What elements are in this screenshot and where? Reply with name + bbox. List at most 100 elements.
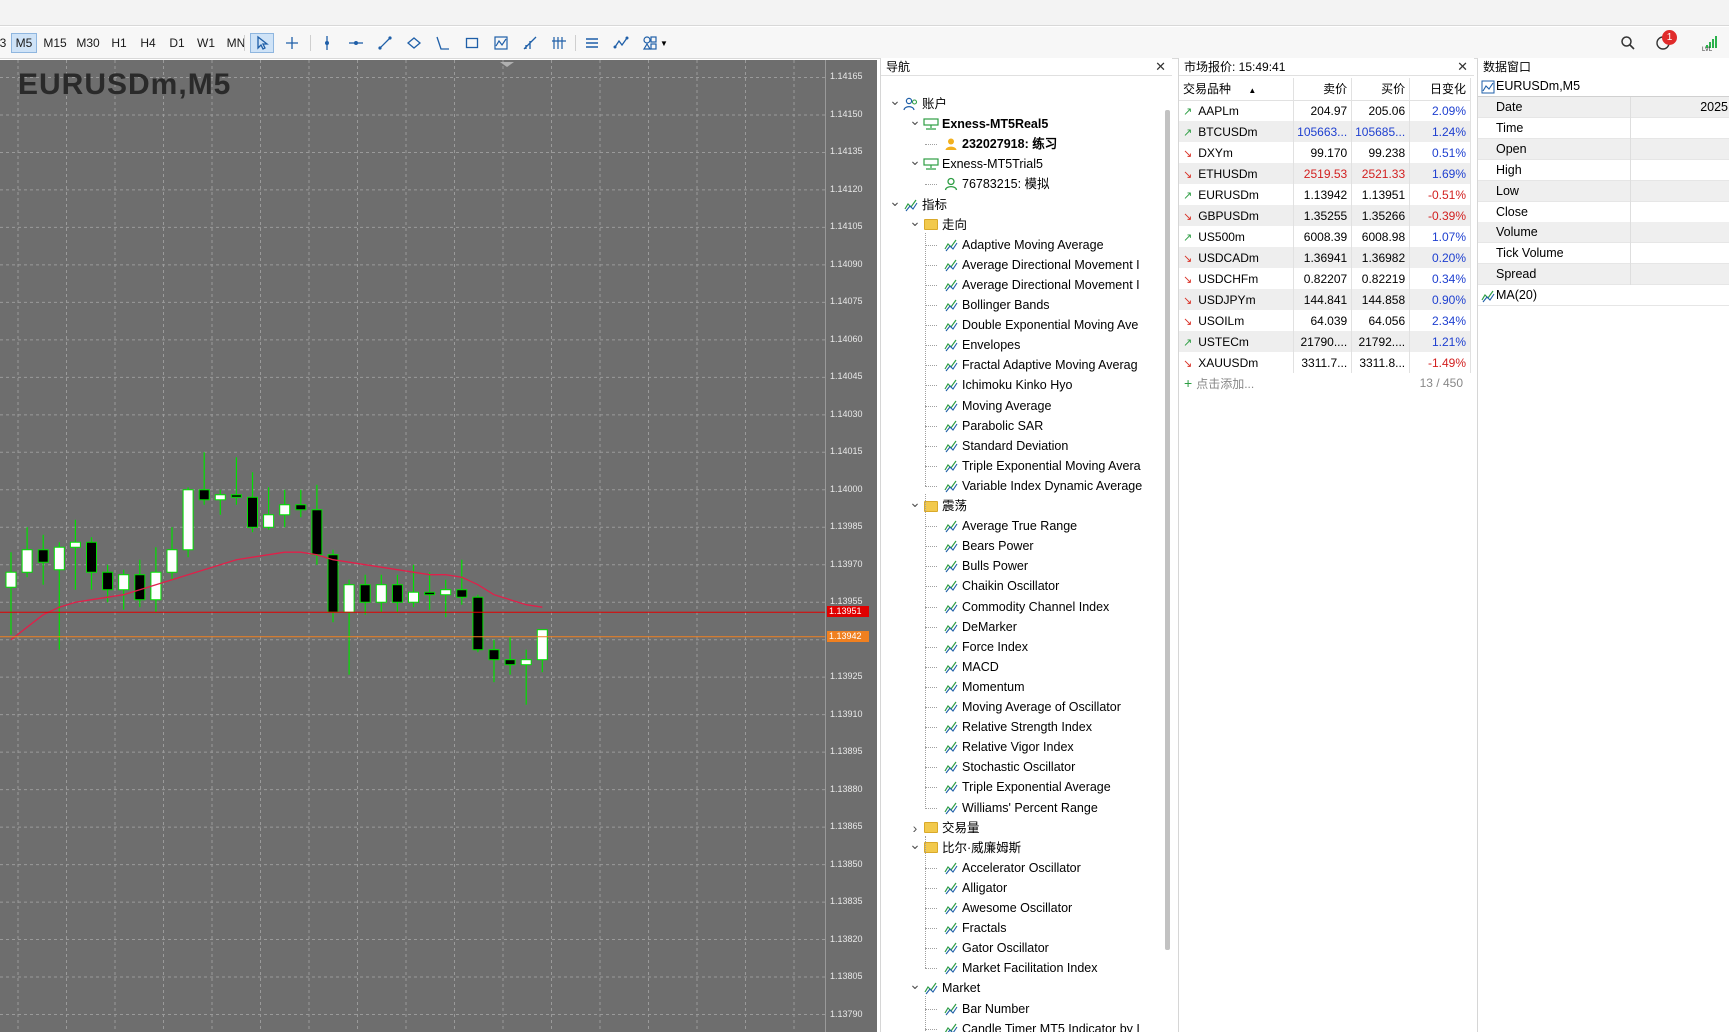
market-row-usdcadm[interactable]: ↘ USDCADm 1.36941 1.36982 0.20% xyxy=(1179,247,1471,268)
timeframe-button-w1[interactable]: W1 xyxy=(193,33,219,53)
navigator-item[interactable]: Momentum xyxy=(881,677,1163,697)
market-row-ethusdm[interactable]: ↘ ETHUSDm 2519.53 2521.33 1.69% xyxy=(1179,163,1471,184)
navigator-item[interactable]: Commodity Channel Index xyxy=(881,597,1163,617)
navigator-item[interactable]: Envelopes xyxy=(881,335,1163,355)
chevron-down-icon[interactable]: ⌄ xyxy=(889,94,901,107)
navigator-item[interactable]: ⌄ Exness-MT5Real5 xyxy=(881,114,1163,134)
notifications-button[interactable]: 1 xyxy=(1648,30,1678,53)
timeframe-button-m15[interactable]: M15 xyxy=(40,33,70,53)
timeframe-button-m30[interactable]: M30 xyxy=(73,33,103,53)
navigator-item[interactable]: 76783215: 模拟 xyxy=(881,174,1163,194)
timeframe-button-m5[interactable]: M5 xyxy=(11,33,37,53)
timeframe-button-d1[interactable]: D1 xyxy=(164,33,190,53)
navigator-scrollbar[interactable] xyxy=(1165,110,1170,950)
navigator-item[interactable]: Fractals xyxy=(881,918,1163,938)
timeframe-button-mn[interactable]: MN xyxy=(222,33,250,53)
navigator-item[interactable]: Standard Deviation xyxy=(881,436,1163,456)
navigator-item[interactable]: Moving Average xyxy=(881,396,1163,416)
navigator-item[interactable]: Gator Oscillator xyxy=(881,938,1163,958)
price-chart[interactable]: EURUSDm,M5 1.14165 1.14150 1.14135 1.14120 1… xyxy=(0,60,877,1032)
gann-button[interactable] xyxy=(547,33,571,53)
navigator-item[interactable]: ⌄ 震荡 xyxy=(881,496,1163,516)
navigator-item[interactable]: Average Directional Movement I xyxy=(881,255,1163,275)
chevron-down-icon[interactable]: ⌄ xyxy=(909,838,921,851)
chevron-down-icon[interactable]: ⌄ xyxy=(909,215,921,228)
navigator-item[interactable]: Bar Number xyxy=(881,999,1163,1019)
market-row-gbpusdm[interactable]: ↘ GBPUSDm 1.35255 1.35266 -0.39% xyxy=(1179,205,1471,226)
navigator-item[interactable]: ⌄ Market xyxy=(881,978,1163,998)
navigator-item[interactable]: Moving Average of Oscillator xyxy=(881,697,1163,717)
column-header-bid[interactable]: 卖价 xyxy=(1293,78,1353,101)
market-row-eurusdm[interactable]: ↗ EURUSDm 1.13942 1.13951 -0.51% xyxy=(1179,184,1471,205)
search-button[interactable] xyxy=(1616,33,1640,53)
navigator-item[interactable]: Bollinger Bands xyxy=(881,295,1163,315)
market-row-xauusdm[interactable]: ↘ XAUUSDm 3311.7... 3311.8... -1.49% xyxy=(1179,352,1471,373)
chevron-down-icon[interactable]: ⌄ xyxy=(909,114,921,127)
price-axis[interactable]: 1.14165 1.14150 1.14135 1.14120 1.14105 1.140… xyxy=(825,60,877,1032)
cursor-tool-button[interactable] xyxy=(250,33,274,53)
chart-plot-area[interactable] xyxy=(0,60,825,1032)
market-row-usdjpym[interactable]: ↘ USDJPYm 144.841 144.858 0.90% xyxy=(1179,289,1471,310)
column-header-ask[interactable]: 买价 xyxy=(1351,78,1411,101)
navigator-item[interactable]: Triple Exponential Average xyxy=(881,777,1163,797)
navigator-item[interactable]: Force Index xyxy=(881,637,1163,657)
navigator-item[interactable]: Bulls Power xyxy=(881,556,1163,576)
navigator-item[interactable]: Parabolic SAR xyxy=(881,416,1163,436)
navigator-item[interactable]: Ichimoku Kinko Hyo xyxy=(881,375,1163,395)
navigator-item[interactable]: › 交易量 xyxy=(881,818,1163,838)
close-icon[interactable]: ✕ xyxy=(1155,58,1166,76)
market-row-ustecm[interactable]: ↗ USTECm 21790.... 21792.... 1.21% xyxy=(1179,331,1471,352)
chart-shape-button[interactable] xyxy=(489,33,513,53)
navigator-item[interactable]: Double Exponential Moving Ave xyxy=(881,315,1163,335)
fibonacci-button[interactable] xyxy=(518,33,542,53)
navigator-item[interactable]: Market Facilitation Index xyxy=(881,958,1163,978)
navigator-item[interactable]: Williams' Percent Range xyxy=(881,798,1163,818)
navigator-item[interactable]: Average Directional Movement I xyxy=(881,275,1163,295)
market-row-us500m[interactable]: ↗ US500m 6008.39 6008.98 1.07% xyxy=(1179,226,1471,247)
navigator-item[interactable]: Relative Vigor Index xyxy=(881,737,1163,757)
navigator-item[interactable]: ⌄ 走向 xyxy=(881,215,1163,235)
navigator-item[interactable]: Alligator xyxy=(881,878,1163,898)
market-row-usoilm[interactable]: ↘ USOILm 64.039 64.056 2.34% xyxy=(1179,310,1471,331)
chevron-down-icon[interactable]: ⌄ xyxy=(909,154,921,167)
navigator-item[interactable]: Candle Timer MT5 Indicator by I xyxy=(881,1019,1163,1032)
trendline-button[interactable] xyxy=(373,33,397,53)
crosshair-button[interactable] xyxy=(280,33,304,53)
chart-shift-marker[interactable] xyxy=(500,62,514,67)
navigator-item[interactable]: Adaptive Moving Average xyxy=(881,235,1163,255)
navigator-item[interactable]: Relative Strength Index xyxy=(881,717,1163,737)
timeframe-button-h4[interactable]: H4 xyxy=(135,33,161,53)
timeframe-button-h1[interactable]: H1 xyxy=(106,33,132,53)
pitchfork-button[interactable] xyxy=(431,33,455,53)
navigator-item[interactable]: Bears Power xyxy=(881,536,1163,556)
elliott-wave-button[interactable] xyxy=(609,33,633,53)
rectangle-button[interactable] xyxy=(460,33,484,53)
navigator-item[interactable]: ⌄ 账户 xyxy=(881,94,1163,114)
navigator-item[interactable]: Fractal Adaptive Moving Averag xyxy=(881,355,1163,375)
navigator-item[interactable]: Awesome Oscillator xyxy=(881,898,1163,918)
market-row-aaplm[interactable]: ↗ AAPLm 204.97 205.06 2.09% xyxy=(1179,100,1471,121)
navigator-item[interactable]: 232027918: 练习 xyxy=(881,134,1163,154)
horizontal-line-button[interactable] xyxy=(344,33,368,53)
market-row-dxym[interactable]: ↘ DXYm 99.170 99.238 0.51% xyxy=(1179,142,1471,163)
navigator-item[interactable]: ⌄ 指标 xyxy=(881,195,1163,215)
shapes-dropdown-button[interactable]: ▼ xyxy=(638,33,672,53)
navigator-item[interactable]: ⌄ 比尔·威廉姆斯 xyxy=(881,838,1163,858)
navigator-item[interactable]: Accelerator Oscillator xyxy=(881,858,1163,878)
objects-list-button[interactable] xyxy=(580,33,604,53)
navigator-item[interactable]: MACD xyxy=(881,657,1163,677)
vertical-line-button[interactable] xyxy=(315,33,339,53)
market-row-btcusdm[interactable]: ↗ BTCUSDm 105663... 105685... 1.24% xyxy=(1179,121,1471,142)
market-row-usdchfm[interactable]: ↘ USDCHFm 0.82207 0.82219 0.34% xyxy=(1179,268,1471,289)
close-icon[interactable]: ✕ xyxy=(1457,58,1468,76)
navigator-item[interactable]: Variable Index Dynamic Average xyxy=(881,476,1163,496)
navigator-item[interactable]: ⌄ Exness-MT5Trial5 xyxy=(881,154,1163,174)
chevron-down-icon[interactable]: ⌄ xyxy=(909,496,921,509)
column-header-change[interactable]: 日变化 xyxy=(1409,78,1471,101)
chevron-down-icon[interactable]: ⌄ xyxy=(909,978,921,991)
navigator-item[interactable]: Triple Exponential Moving Avera xyxy=(881,456,1163,476)
timeframe-button-3[interactable]: 3 xyxy=(0,33,8,53)
channel-button[interactable] xyxy=(402,33,426,53)
chevron-down-icon[interactable]: ⌄ xyxy=(889,195,901,208)
add-symbol-link[interactable]: + 点击添加... xyxy=(1184,372,1254,395)
